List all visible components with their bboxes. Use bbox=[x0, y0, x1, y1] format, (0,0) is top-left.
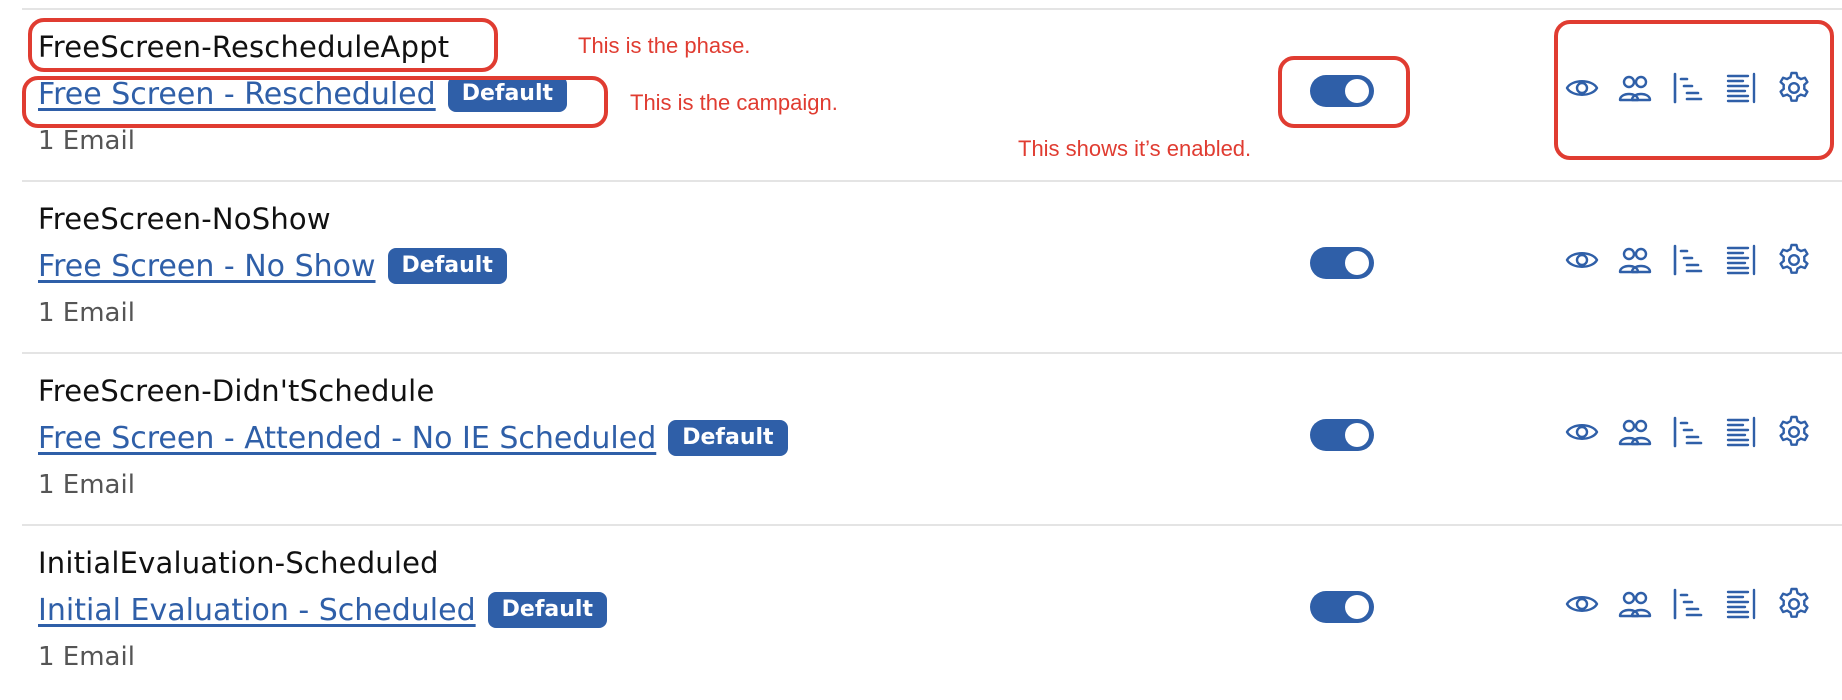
hierarchy-button[interactable] bbox=[1670, 588, 1706, 624]
row-actions bbox=[1564, 586, 1812, 626]
hierarchy-icon bbox=[1670, 586, 1706, 626]
campaign-annotation: This is the campaign. bbox=[630, 90, 838, 115]
report-button[interactable] bbox=[1723, 416, 1759, 452]
row-actions bbox=[1564, 414, 1812, 454]
campaign-row: FreeScreen-NoShow Free Screen - No Show … bbox=[0, 184, 1842, 356]
eye-icon bbox=[1564, 586, 1600, 626]
hierarchy-icon bbox=[1670, 414, 1706, 454]
email-count: 1 Email bbox=[38, 470, 135, 500]
users-button[interactable] bbox=[1617, 416, 1653, 452]
phase-name: FreeScreen-NoShow bbox=[38, 202, 331, 236]
eye-icon bbox=[1564, 414, 1600, 454]
email-count: 1 Email bbox=[38, 126, 135, 156]
email-count: 1 Email bbox=[38, 298, 135, 328]
campaign-row: InitialEvaluation-Scheduled Initial Eval… bbox=[0, 528, 1842, 700]
report-icon bbox=[1723, 242, 1759, 282]
campaign-line: Initial Evaluation - Scheduled Default bbox=[38, 592, 607, 628]
phase-name: FreeScreen-Didn'tSchedule bbox=[38, 374, 435, 408]
enabled-toggle[interactable] bbox=[1310, 591, 1374, 623]
campaign-line: Free Screen - Attended - No IE Scheduled… bbox=[38, 420, 788, 456]
users-icon bbox=[1617, 586, 1653, 626]
eye-button[interactable] bbox=[1564, 416, 1600, 452]
email-count: 1 Email bbox=[38, 642, 135, 672]
default-badge: Default bbox=[668, 420, 788, 456]
campaign-link[interactable]: Free Screen - No Show bbox=[38, 249, 376, 284]
enabled-toggle[interactable] bbox=[1310, 419, 1374, 451]
campaign-link[interactable]: Free Screen - Attended - No IE Scheduled bbox=[38, 421, 656, 456]
users-button[interactable] bbox=[1617, 588, 1653, 624]
default-badge: Default bbox=[487, 592, 607, 628]
gear-icon bbox=[1776, 242, 1812, 282]
row-actions bbox=[1564, 242, 1812, 282]
gear-button[interactable] bbox=[1776, 414, 1812, 454]
eye-button[interactable] bbox=[1564, 244, 1600, 280]
campaign-line: Free Screen - No Show Default bbox=[38, 248, 507, 284]
gear-button[interactable] bbox=[1776, 242, 1812, 282]
toggle-knob bbox=[1345, 251, 1369, 275]
gear-icon bbox=[1776, 414, 1812, 454]
users-icon bbox=[1617, 242, 1653, 282]
phase-callout-box bbox=[28, 18, 498, 72]
campaign-link[interactable]: Initial Evaluation - Scheduled bbox=[38, 593, 476, 628]
gear-icon bbox=[1776, 586, 1812, 626]
eye-button[interactable] bbox=[1564, 588, 1600, 624]
toggle-callout-box bbox=[1278, 56, 1410, 128]
report-button[interactable] bbox=[1723, 244, 1759, 280]
users-icon bbox=[1617, 414, 1653, 454]
toggle-knob bbox=[1345, 423, 1369, 447]
campaign-row: FreeScreen-Didn'tSchedule Free Screen - … bbox=[0, 356, 1842, 528]
phase-annotation: This is the phase. bbox=[578, 33, 751, 58]
gear-button[interactable] bbox=[1776, 586, 1812, 626]
enabled-annotation: This shows it’s enabled. bbox=[1018, 136, 1252, 161]
row-divider bbox=[22, 8, 1842, 10]
enabled-toggle[interactable] bbox=[1310, 247, 1374, 279]
phase-name: InitialEvaluation-Scheduled bbox=[38, 546, 439, 580]
actions-callout-box bbox=[1554, 20, 1834, 160]
users-button[interactable] bbox=[1617, 244, 1653, 280]
default-badge: Default bbox=[387, 248, 507, 284]
toggle-knob bbox=[1345, 595, 1369, 619]
report-button[interactable] bbox=[1723, 588, 1759, 624]
campaign-callout-box bbox=[22, 76, 608, 128]
hierarchy-icon bbox=[1670, 242, 1706, 282]
report-icon bbox=[1723, 586, 1759, 626]
eye-icon bbox=[1564, 242, 1600, 282]
hierarchy-button[interactable] bbox=[1670, 244, 1706, 280]
hierarchy-button[interactable] bbox=[1670, 416, 1706, 452]
report-icon bbox=[1723, 414, 1759, 454]
